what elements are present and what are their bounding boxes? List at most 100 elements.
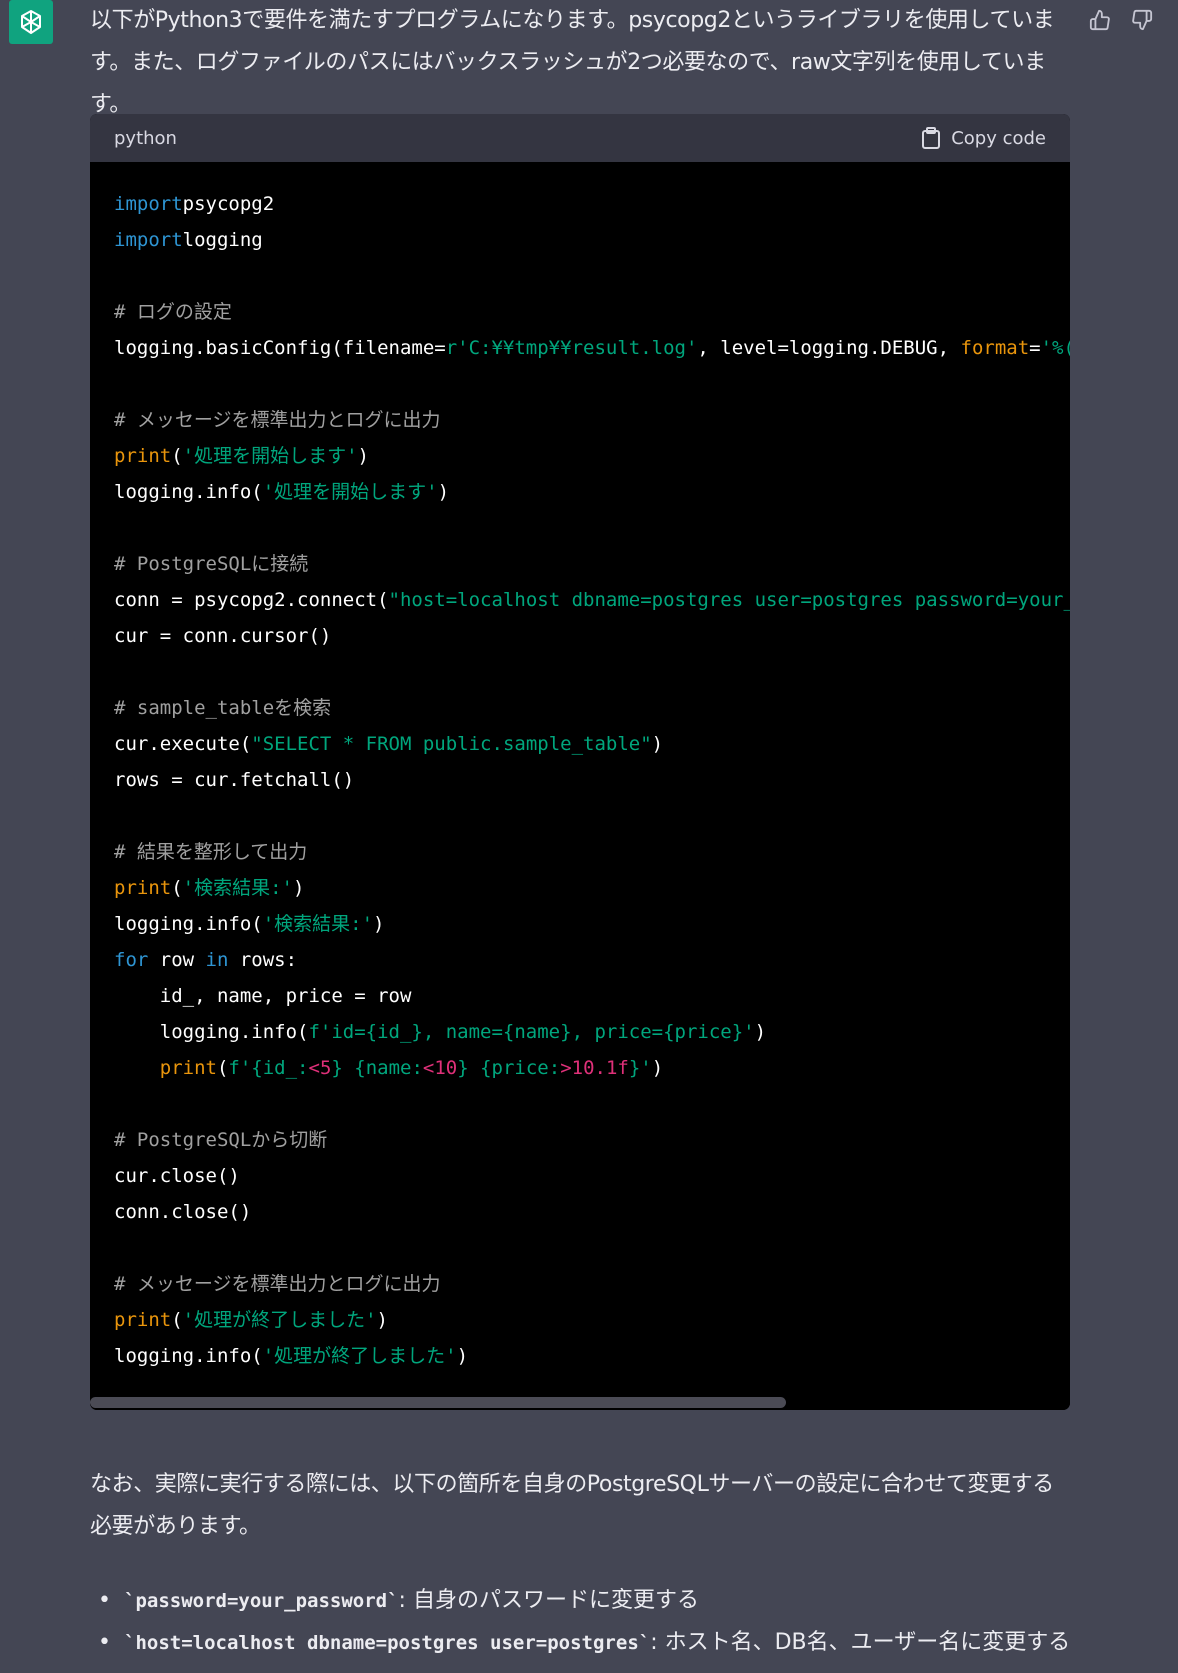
code-token: = [1029,337,1041,359]
code-token: f'{id_: [228,1057,309,1079]
code-line: conn.close() [114,1194,1046,1230]
code-token: ( [171,877,183,899]
code-token: ) [437,481,450,503]
code-token: cur = conn.cursor() [114,625,332,647]
code-language-label: python [114,127,177,149]
code-line: rows = cur.fetchall() [114,762,1046,798]
code-line: cur.execute("SELECT * FROM public.sample… [114,726,1046,762]
copy-code-button[interactable]: Copy code [921,127,1046,149]
code-token: ) [456,1345,469,1367]
inline-code: `host=localhost dbname=postgres user=pos… [124,1632,651,1654]
code-token: "SELECT * FROM public.sample_table" [251,733,652,755]
openai-logo-icon [21,10,41,34]
code-token: print [114,445,172,467]
intro-paragraph: 以下がPython3で要件を満たすプログラムになります。psycopg2というラ… [90,8,1055,117]
code-token: for [114,949,149,971]
code-token: rows = cur.fetchall() [114,769,355,791]
code-token: , level=logging.DEBUG, [697,337,961,359]
code-token: '検索結果:' [262,913,374,935]
code-token: <10 [422,1057,458,1079]
code-token: # メッセージを標準出力とログに出力 [114,409,441,431]
code-token: cur.execute( [114,733,252,755]
code-line: cur = conn.cursor() [114,618,1046,654]
bullet-list: `password=your_password`: 自身のパスワードに変更する … [90,1580,1090,1664]
code-token: conn = psycopg2.connect( [114,589,389,611]
code-token: in [205,949,229,971]
code-line: id_, name, price = row [114,978,1046,1014]
scrollbar-thumb[interactable] [90,1397,786,1408]
code-line: cur.close() [114,1158,1046,1194]
list-item-text: : ホスト名、DB名、ユーザー名に変更する [650,1630,1071,1655]
copy-code-label: Copy code [951,127,1046,149]
code-line: # ログの設定 [114,294,1046,330]
code-token: format [960,337,1030,359]
code-token: psycopg2 [182,193,275,215]
code-token: rows: [228,949,298,971]
code-line: importpsycopg2 [114,186,1046,222]
code-token: ) [754,1021,767,1043]
note-paragraph: なお、実際に実行する際には、以下の箇所を自身のPostgreSQLサーバーの設定… [90,1472,1054,1539]
code-line: logging.info('検索結果:') [114,906,1046,942]
code-line: logging.info(f'id={id_}, name={name}, pr… [114,1014,1046,1050]
code-token: print [159,1057,217,1079]
code-line: for row in rows: [114,942,1046,978]
code-line: importlogging [114,222,1046,258]
code-token: <5 [308,1057,332,1079]
code-line: # sample_tableを検索 [114,690,1046,726]
code-token: ( [171,1309,183,1331]
code-token: logging.basicConfig(filename= [114,337,446,359]
horizontal-scrollbar[interactable] [90,1394,1070,1410]
thumbs-down-icon [1132,9,1153,31]
code-token: # PostgreSQLに接続 [114,553,309,575]
code-token: '処理が終了しました' [182,1309,377,1331]
code-line: print('処理を開始します') [114,438,1046,474]
code-line: logging.basicConfig(filename=r'C:¥¥tmp¥¥… [114,330,1070,366]
code-token: ) [292,877,305,899]
code-token: import [114,193,183,215]
code-token: ) [357,445,369,467]
code-token: # PostgreSQLから切断 [114,1129,328,1151]
code-token: row [148,949,206,971]
code-token: ( [171,445,183,467]
code-token: # sample_tableを検索 [114,697,332,719]
code-line: print('検索結果:') [114,870,1046,906]
code-token: logging.info( [114,481,263,503]
code-line: # メッセージを標準出力とログに出力 [114,1266,1046,1302]
code-line: conn = psycopg2.connect("host=localhost … [114,582,1070,618]
code-block: python Copy code importpsycopg2 importlog… [90,114,1070,1410]
code-token: } {name: [331,1057,423,1079]
code-token: "host=localhost dbname=postgres user=pos… [388,589,1070,611]
code-token: f'id={id_}, name={name}, price={price}' [308,1021,755,1043]
code-token: ( [216,1057,229,1079]
code-token: print [114,877,172,899]
code-token: ) [651,733,664,755]
code-line: print(f'{id_:<5} {name:<10} {price:>10.1… [114,1050,1046,1086]
code-token: logging.info( [114,1021,309,1043]
code-token: '%(asc [1040,337,1070,359]
code-line: print('処理が終了しました') [114,1302,1046,1338]
code-content: importpsycopg2 importlogging # ログの設定 loggi… [90,162,1070,1374]
code-token: ) [376,1309,388,1331]
clipboard-icon [922,127,941,149]
code-line: # PostgreSQLから切断 [114,1122,1046,1158]
code-token: print [114,1309,172,1331]
code-token: # ログの設定 [114,301,232,323]
code-token: '処理を開始します' [182,445,358,467]
code-token: } {price: [457,1057,561,1079]
code-token: logging.info( [114,913,263,935]
list-item: `host=localhost dbname=postgres user=pos… [90,1622,1090,1664]
code-token: r'C:¥¥tmp¥¥result.log' [445,337,698,359]
thumbs-down-button[interactable] [1128,6,1156,34]
code-token: ) [651,1057,664,1079]
code-token: '処理を開始します' [262,481,438,503]
thumbs-up-button[interactable] [1086,6,1114,34]
inline-code: `password=your_password` [124,1590,399,1612]
code-token: '処理が終了しました' [262,1345,457,1367]
